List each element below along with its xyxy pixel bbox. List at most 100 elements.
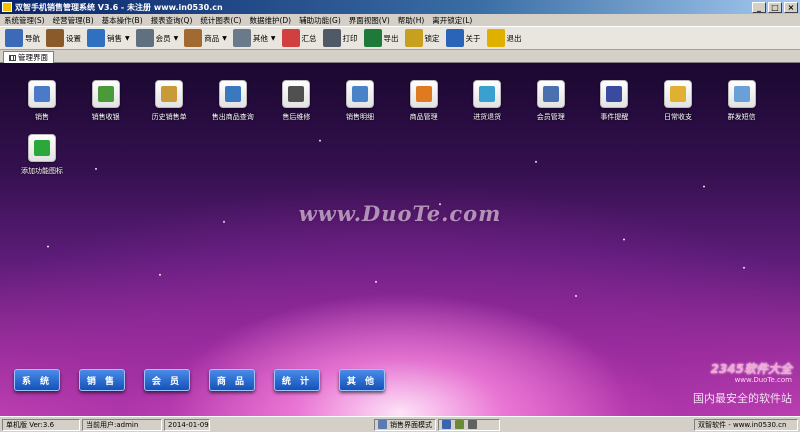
- nav-button-2[interactable]: 会 员: [144, 369, 190, 391]
- title-bar: 双智手机销售管理系统 V3.6 - 未注册 www.in0530.cn _ □ …: [0, 0, 800, 14]
- status-user: 当前用户:admin: [82, 418, 162, 431]
- nav-button-0[interactable]: 系 统: [14, 369, 60, 391]
- shortcut-label: 会员管理: [536, 113, 565, 121]
- menu-reports[interactable]: 报表查询(Q): [147, 15, 197, 26]
- toolbar-button-1[interactable]: 设置: [43, 27, 84, 49]
- status-quick-icons: [438, 418, 500, 431]
- toolbar-button-8[interactable]: 导出: [361, 27, 402, 49]
- toolbar-button-label: 设置: [66, 33, 81, 43]
- shortcut-label: 销售明细: [346, 113, 374, 121]
- dropdown-arrow-icon[interactable]: ▼: [271, 35, 276, 42]
- dropdown-arrow-icon[interactable]: ▼: [174, 35, 179, 42]
- menu-view[interactable]: 界面视图(V): [345, 15, 394, 26]
- desktop-shortcut-5[interactable]: 销售明细: [333, 80, 387, 122]
- status-mode: 销售界面模式: [374, 418, 436, 431]
- minimize-button[interactable]: _: [752, 1, 766, 13]
- desktop-shortcut-1[interactable]: 销售收银: [79, 80, 133, 122]
- close-button[interactable]: ×: [784, 1, 798, 13]
- desktop-shortcut-0[interactable]: 销售: [15, 80, 69, 122]
- toolbar-button-10[interactable]: 关于: [443, 27, 484, 49]
- menu-business[interactable]: 经营管理(B): [49, 15, 98, 26]
- shortcut-tile: [155, 80, 184, 108]
- desktop-area: www.DuoTe.com 2345软件大全 www.DuoTe.com 国内最…: [0, 63, 800, 416]
- repair-tools-icon: [288, 86, 305, 102]
- shortcut-label: 售后维修: [282, 113, 311, 121]
- toolbar-button-6[interactable]: 汇总: [279, 27, 320, 49]
- shortcut-label: 销售: [35, 113, 49, 121]
- window-controls: _ □ ×: [752, 1, 798, 13]
- shortcut-tile: [28, 134, 56, 162]
- shortcut-tile: [664, 80, 692, 108]
- toolbar-button-4[interactable]: 商品 ▼: [181, 27, 230, 49]
- quick-settings-icon[interactable]: [468, 420, 477, 429]
- toolbar-button-9[interactable]: 锁定: [402, 27, 443, 49]
- desktop-shortcut-9[interactable]: 事件提醒: [587, 80, 641, 122]
- shop-icon: [87, 29, 105, 47]
- desktop-shortcut-11[interactable]: 群发短信: [715, 80, 769, 122]
- dropdown-arrow-icon[interactable]: ▼: [125, 35, 130, 42]
- desktop-shortcut-12[interactable]: 添加功能图标: [15, 134, 69, 176]
- menu-auxiliary[interactable]: 辅助功能(G): [295, 15, 345, 26]
- desktop-shortcut-10[interactable]: 日常收支: [651, 80, 705, 122]
- menu-lock[interactable]: 离开锁定(L): [428, 15, 476, 26]
- quick-window-icon[interactable]: [442, 420, 451, 429]
- settings-book-icon: [46, 29, 64, 47]
- menu-charts[interactable]: 统计图表(C): [196, 15, 245, 26]
- toolbar-button-label: 会员: [155, 33, 171, 43]
- status-version: 单机版 Ver:3.6: [2, 418, 80, 431]
- dropdown-arrow-icon[interactable]: ▼: [222, 35, 227, 42]
- add-plus-icon: [34, 140, 50, 156]
- menu-system[interactable]: 系统管理(S): [0, 15, 49, 26]
- shortcut-label: 添加功能图标: [21, 167, 63, 175]
- menu-help[interactable]: 帮助(H): [394, 15, 429, 26]
- nav-button-3[interactable]: 商 品: [209, 369, 255, 391]
- sales-detail-icon: [352, 86, 368, 102]
- toolbar-button-label: 退出: [506, 33, 522, 43]
- desktop-shortcut-3[interactable]: 售出商品查询: [206, 80, 260, 122]
- about-monitor-icon: [445, 29, 464, 47]
- brand-slogan: 国内最安全的软件站: [693, 392, 792, 405]
- watermark-text: www.DuoTe.com: [298, 201, 502, 226]
- sms-bubble-icon: [733, 86, 750, 102]
- desktop-shortcut-7[interactable]: 进货退货: [460, 80, 514, 122]
- toolbar-button-5[interactable]: 其他 ▼: [230, 27, 279, 49]
- monitor-icon: [5, 29, 23, 47]
- desktop-shortcut-6[interactable]: 商品管理: [397, 80, 451, 122]
- toolbar-button-label: 关于: [465, 33, 481, 43]
- toolbar: 导航 设置 销售 ▼ 会员 ▼ 商品 ▼ 其他 ▼ 汇总 打印 导出 锁定 关于 退出: [0, 26, 800, 50]
- desktop-shortcut-2[interactable]: 历史销售单: [142, 80, 196, 122]
- shortcut-tile: [727, 80, 756, 108]
- quick-image-icon[interactable]: [455, 420, 464, 429]
- shortcut-label: 销售收银: [91, 113, 120, 121]
- toolbar-button-7[interactable]: 打印: [320, 27, 361, 49]
- nav-button-4[interactable]: 统 计: [274, 369, 320, 391]
- goods-box-icon: [184, 29, 203, 47]
- excel-icon: [363, 29, 382, 47]
- toolbar-button-0[interactable]: 导航: [2, 27, 43, 49]
- toolbar-button-3[interactable]: 会员 ▼: [133, 27, 182, 49]
- menu-data-maintenance[interactable]: 数据维护(D): [245, 15, 295, 26]
- goods-manage-icon: [415, 86, 432, 102]
- brand-watermark: 2345软件大全 www.DuoTe.com 国内最安全的软件站: [658, 358, 796, 413]
- pie-chart-icon: [281, 29, 300, 47]
- shortcut-tile: [409, 80, 438, 108]
- tab-management[interactable]: 管理界面: [3, 51, 54, 63]
- app-icon: [2, 2, 12, 12]
- desktop-shortcut-8[interactable]: 会员管理: [524, 80, 578, 122]
- nav-button-1[interactable]: 销 售: [79, 369, 125, 391]
- toolbar-button-label: 导出: [383, 33, 399, 43]
- status-bar: 单机版 Ver:3.6 当前用户:admin 2014-01-09 销售界面模式…: [0, 416, 800, 432]
- toolbar-button-11[interactable]: 退出: [484, 27, 525, 49]
- sales-icon: [34, 86, 50, 102]
- desktop-shortcut-4[interactable]: 售后维修: [269, 80, 323, 122]
- mode-icon: [378, 420, 387, 429]
- tab-management-label: 管理界面: [18, 53, 48, 62]
- menu-basic-ops[interactable]: 基本操作(B): [98, 15, 147, 26]
- status-date: 2014-01-09: [164, 418, 210, 431]
- maximize-button[interactable]: □: [768, 1, 782, 13]
- nav-button-5[interactable]: 其 他: [339, 369, 385, 391]
- toolbar-button-2[interactable]: 销售 ▼: [84, 27, 133, 49]
- exit-runner-icon: [486, 29, 505, 47]
- shortcut-label: 进货退货: [473, 113, 502, 121]
- status-company: 双智软件 - www.in0530.cn: [694, 418, 798, 431]
